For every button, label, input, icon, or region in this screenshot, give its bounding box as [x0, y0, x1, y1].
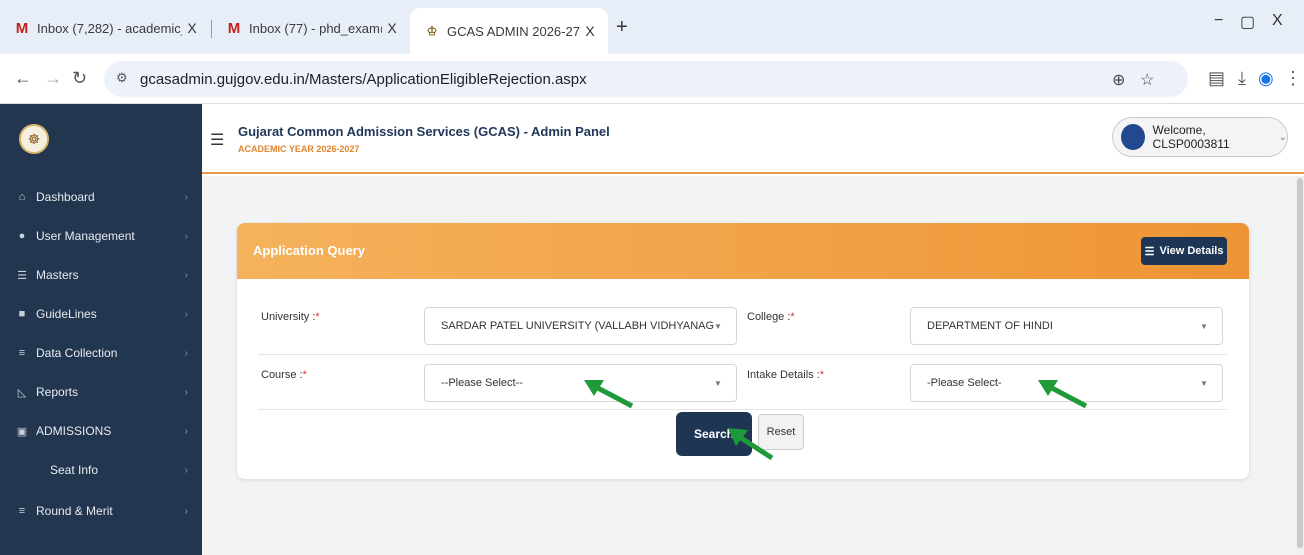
browser-tab-strip: M Inbox (7,282) - academic_spu@ X M Inbo… [0, 0, 1304, 54]
welcome-text: Welcome, CLSP0003811 [1152, 123, 1230, 151]
logo-area: ☸ [0, 104, 202, 174]
app-title: Gujarat Common Admission Services (GCAS)… [238, 124, 610, 139]
app-header: ☸ ☰ Gujarat Common Admission Services (G… [0, 104, 1304, 174]
home-icon: ⌂ [18, 191, 26, 203]
main-content: Application Query ☰ View Details Univers… [202, 176, 1304, 555]
new-tab-button[interactable]: + [616, 16, 628, 39]
sidebar: ⌂ Dashboard › ● User Management › ☰ Mast… [0, 174, 202, 555]
gift-icon: ▣ [16, 425, 28, 438]
sidebar-item-seat-info[interactable]: Seat Info › [0, 451, 202, 489]
user-menu[interactable]: Welcome, CLSP0003811 ⌄ [1112, 117, 1288, 157]
college-label: College :* [747, 311, 795, 323]
chart-icon: ◺ [17, 386, 27, 399]
sidebar-item-round-merit[interactable]: ≡ Round & Merit › [0, 492, 202, 530]
reading-mode-icon[interactable]: ▤ [1208, 68, 1225, 89]
annotation-arrow-icon [584, 380, 634, 409]
course-select[interactable]: --Please Select-- ▼ [424, 364, 737, 402]
sidebar-item-user-management[interactable]: ● User Management › [0, 217, 202, 255]
reload-icon[interactable]: ↻ [72, 68, 87, 89]
chevron-right-icon: › [184, 425, 188, 437]
chevron-right-icon: › [184, 386, 188, 398]
tab-close-icon[interactable]: X [382, 20, 402, 36]
chevron-down-icon: ▼ [714, 321, 722, 331]
annotation-arrow-icon [1038, 380, 1088, 409]
chevron-right-icon: › [184, 347, 188, 359]
sidebar-item-admissions[interactable]: ▣ ADMISSIONS › [0, 412, 202, 450]
database-icon: ≡ [18, 347, 26, 359]
browser-tab-gcas-admin[interactable]: ♔ GCAS ADMIN 2026-27 X [410, 8, 608, 54]
chevron-down-icon: ⌄ [1278, 131, 1287, 143]
chevron-down-icon: ▼ [714, 378, 722, 388]
sidebar-item-reports[interactable]: ◺ Reports › [0, 373, 202, 411]
gmail-icon: M [227, 19, 241, 37]
list-icon: ☰ [1144, 245, 1155, 258]
annotation-arrow-icon [728, 428, 774, 461]
intake-details-label: Intake Details :* [747, 369, 825, 381]
user-icon: ● [18, 230, 26, 242]
window-close-button[interactable]: X [1272, 12, 1283, 30]
academic-year: ACADEMIC YEAR 2026-2027 [238, 144, 360, 154]
gmail-icon: M [15, 19, 29, 37]
back-icon[interactable]: ← [14, 68, 32, 89]
card-header: Application Query ☰ View Details [237, 223, 1249, 279]
browser-tab-inbox-academic[interactable]: M Inbox (7,282) - academic_spu@ X [0, 8, 210, 48]
tab-close-icon[interactable]: X [182, 20, 202, 36]
menu-kebab-icon[interactable]: ⋮ [1284, 68, 1302, 89]
site-info-icon[interactable]: ⚙ [116, 70, 128, 86]
chevron-down-icon: ▼ [1200, 321, 1208, 331]
chevron-right-icon: › [184, 230, 188, 242]
college-select[interactable]: DEPARTMENT OF HINDI ▼ [910, 307, 1223, 345]
address-bar[interactable]: ⚙ gcasadmin.gujgov.edu.in/Masters/Applic… [104, 61, 1188, 97]
scrollbar-thumb[interactable] [1297, 178, 1303, 548]
gcas-logo-icon: ☸ [19, 124, 49, 154]
chevron-right-icon: › [184, 191, 188, 203]
browser-toolbar: ← → ↻ ⚙ gcasadmin.gujgov.edu.in/Masters/… [0, 54, 1304, 104]
chevron-right-icon: › [184, 269, 188, 281]
list-icon: ☰ [17, 269, 27, 282]
university-select[interactable]: SARDAR PATEL UNIVERSITY (VALLABH VIDHYAN… [424, 307, 737, 345]
card-title: Application Query [253, 243, 365, 258]
bookmark-star-icon[interactable]: ☆ [1140, 70, 1154, 90]
chevron-right-icon: › [184, 464, 188, 476]
url-text[interactable]: gcasadmin.gujgov.edu.in/Masters/Applicat… [140, 71, 587, 88]
chevron-right-icon: › [184, 308, 188, 320]
hamburger-menu-icon[interactable]: ☰ [210, 130, 224, 150]
sidebar-item-masters[interactable]: ☰ Masters › [0, 256, 202, 294]
zoom-icon[interactable]: ⊕ [1112, 70, 1125, 90]
download-icon[interactable]: ⤓ [1238, 68, 1246, 89]
video-icon: ■ [18, 308, 26, 320]
sidebar-item-data-collection[interactable]: ≡ Data Collection › [0, 334, 202, 372]
restore-button[interactable]: ▢ [1240, 12, 1255, 32]
sidebar-item-dashboard[interactable]: ⌂ Dashboard › [0, 178, 202, 216]
sidebar-item-guidelines[interactable]: ■ GuideLines › [0, 295, 202, 333]
profile-icon[interactable]: ◉ [1258, 68, 1274, 89]
browser-tab-inbox-phd[interactable]: M Inbox (77) - phd_exam@spuvv X [212, 8, 410, 48]
course-label: Course :* [261, 369, 307, 381]
view-details-button[interactable]: ☰ View Details [1141, 237, 1227, 265]
chevron-down-icon: ▼ [1200, 378, 1208, 388]
university-label: University :* [261, 311, 320, 323]
chevron-right-icon: › [184, 505, 188, 517]
avatar [1121, 124, 1145, 150]
minimize-button[interactable]: − [1214, 12, 1223, 30]
emblem-icon: ♔ [426, 24, 438, 38]
forward-icon[interactable]: → [44, 68, 62, 89]
tab-close-icon[interactable]: X [580, 23, 600, 39]
database-icon: ≡ [18, 505, 26, 517]
